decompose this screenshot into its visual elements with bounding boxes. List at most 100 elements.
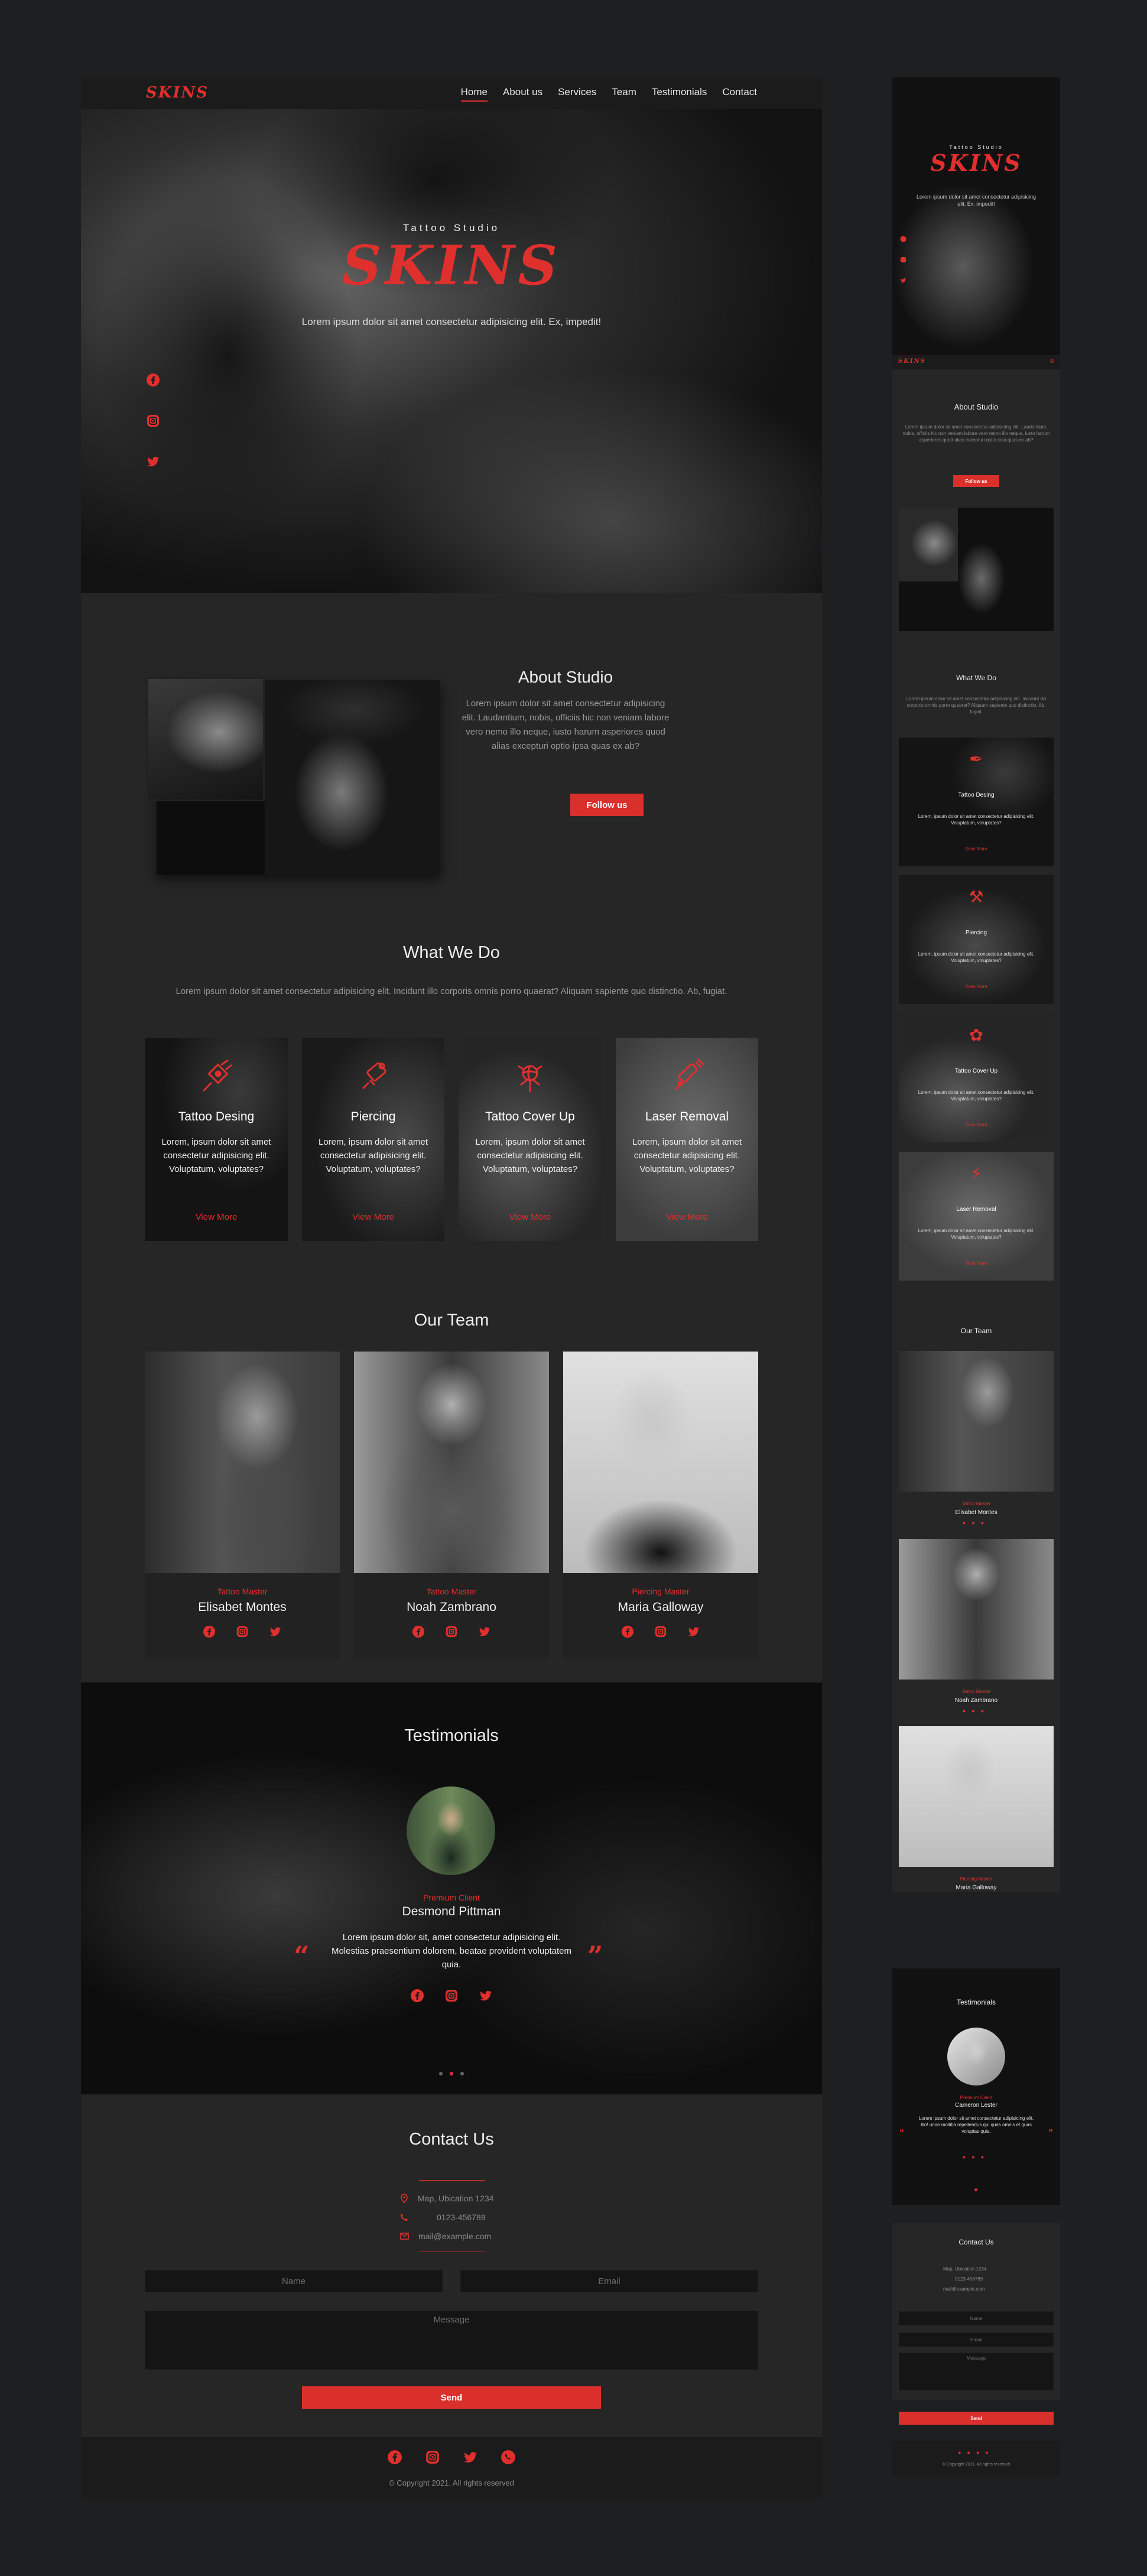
view-more-link[interactable]: View More <box>459 1212 602 1222</box>
hero-title: SKINS <box>342 233 561 297</box>
mobile-contact-title: Contact Us <box>958 2238 994 2246</box>
twitter-icon[interactable] <box>900 277 906 284</box>
facebook-icon[interactable] <box>203 1625 216 1638</box>
mobile-view-more-link[interactable]: View More <box>899 846 1054 852</box>
instagram-icon[interactable] <box>236 1625 249 1638</box>
mobile-team-social: ●●● <box>962 1520 990 1526</box>
view-more-link[interactable]: View More <box>616 1212 759 1222</box>
rose-icon <box>509 1054 551 1100</box>
about-section: About Studio Lorem ipsum dolor sit amet … <box>81 593 822 947</box>
mobile-hero-title: SKINS <box>930 150 1022 176</box>
twitter-icon[interactable] <box>463 2450 478 2465</box>
instagram-icon[interactable] <box>654 1625 667 1638</box>
nav-item-contact[interactable]: Contact <box>722 86 757 102</box>
facebook-icon[interactable] <box>410 1989 424 2003</box>
testimonials-title: Testimonials <box>404 1726 499 1745</box>
navbar: SKINS Home About us Services Team Testim… <box>81 77 822 109</box>
team-card: Piercing Master Maria Galloway <box>563 1352 758 1659</box>
twitter-icon[interactable] <box>479 1989 493 2003</box>
send-button[interactable]: Send <box>302 2386 601 2409</box>
email-field[interactable]: Email <box>460 2270 758 2292</box>
view-more-link[interactable]: View More <box>302 1212 445 1222</box>
service-title: Laser Removal <box>645 1110 729 1123</box>
mobile-service-card: ⚡ Laser Removal Lorem, ipsum dolor sit a… <box>899 1152 1054 1281</box>
service-card: Piercing Lorem, ipsum dolor sit amet con… <box>301 1038 445 1241</box>
instagram-icon[interactable] <box>444 1989 459 2003</box>
contact-divider-top <box>419 2180 485 2181</box>
mail-icon <box>400 2233 409 2240</box>
client-avatar <box>407 1786 495 1875</box>
instagram-icon[interactable] <box>425 2450 440 2465</box>
contact-phone: 0123-456789 <box>437 2213 486 2222</box>
mobile-quote-close-icon: ” <box>1048 2128 1053 2138</box>
nav-logo[interactable]: SKINS <box>146 84 209 102</box>
follow-us-button[interactable]: Follow us <box>570 794 644 816</box>
team-name: Maria Galloway <box>618 1600 704 1614</box>
carousel-dot[interactable] <box>460 2072 464 2075</box>
mobile-team-photo <box>899 1351 1054 1492</box>
hamburger-menu-icon[interactable]: ≡ <box>1050 358 1054 365</box>
facebook-icon[interactable] <box>146 373 160 387</box>
mobile-email-field[interactable]: Email <box>899 2333 1054 2347</box>
mobile-team-title: Our Team <box>960 1327 992 1335</box>
carousel-dot[interactable] <box>439 2072 443 2075</box>
mobile-contact-info: Map, Ubication 1234 0123-456789 mail@exa… <box>943 2264 986 2294</box>
client-name: Desmond Pittman <box>402 1905 501 1918</box>
twitter-icon[interactable] <box>146 454 160 469</box>
nav-item-services[interactable]: Services <box>558 86 596 102</box>
phone-icon <box>401 2214 408 2221</box>
mobile-navbar: SKINS ≡ <box>892 355 1060 369</box>
contact-email-row: mail@example.com <box>400 2229 518 2243</box>
twitter-icon[interactable] <box>269 1625 282 1638</box>
team-card: Tattoo Master Noah Zambrano <box>354 1352 549 1659</box>
footer-copyright: © Copyright 2021. All rights reserved <box>389 2478 514 2487</box>
team-photo <box>563 1352 758 1573</box>
team-social <box>145 1625 340 1638</box>
nav-item-home[interactable]: Home <box>460 86 488 102</box>
facebook-icon[interactable] <box>621 1625 634 1638</box>
whatsapp-icon[interactable] <box>501 2450 516 2465</box>
mobile-view-more-link[interactable]: View More <box>899 984 1054 989</box>
map-pin-icon <box>401 2194 408 2203</box>
twitter-icon[interactable] <box>687 1625 700 1638</box>
mobile-view-more-link[interactable]: View More <box>899 1261 1054 1266</box>
client-quote: Lorem ipsum dolor sit, amet consectetur … <box>331 1932 572 1970</box>
twitter-icon[interactable] <box>478 1625 491 1638</box>
mobile-carousel-dot-active[interactable] <box>974 2188 977 2191</box>
team-social <box>563 1625 758 1638</box>
mobile-frame: Tattoo Studio SKINS Lorem ipsum dolor si… <box>892 77 1060 2477</box>
about-title: About Studio <box>518 668 613 686</box>
services-intro: Lorem ipsum dolor sit amet consectetur a… <box>176 986 727 996</box>
mobile-nav-logo[interactable]: SKINS <box>898 358 926 365</box>
facebook-icon[interactable] <box>387 2450 402 2465</box>
nav-item-team[interactable]: Team <box>612 86 636 102</box>
message-field[interactable]: Message <box>145 2311 758 2370</box>
mobile-contact-email: mail@example.com <box>943 2286 985 2292</box>
mobile-team-name: Noah Zambrano <box>954 1697 998 1704</box>
nav-item-about[interactable]: About us <box>503 86 542 102</box>
mobile-name-field[interactable]: Name <box>899 2311 1054 2325</box>
facebook-icon[interactable] <box>900 236 906 242</box>
rose-icon: ✿ <box>969 1026 983 1044</box>
mobile-message-field[interactable]: Message <box>899 2353 1054 2390</box>
carousel-dots <box>81 2072 822 2075</box>
name-field[interactable]: Name <box>145 2270 443 2292</box>
nav-item-testimonials[interactable]: Testimonials <box>652 86 707 102</box>
mobile-about-image-small <box>899 508 958 582</box>
mobile-client-role: Premium Client <box>960 2095 993 2100</box>
hero-subtitle: Lorem ipsum dolor sit amet consectetur a… <box>301 316 602 327</box>
carousel-dot-active[interactable] <box>450 2072 453 2075</box>
mobile-view-more-link[interactable]: View More <box>899 1122 1054 1128</box>
team-cards: Tattoo Master Elisabet Montes Tattoo Mas… <box>145 1352 758 1659</box>
instagram-icon[interactable] <box>900 256 906 263</box>
team-name: Noah Zambrano <box>407 1600 496 1614</box>
mobile-send-button[interactable]: Send <box>899 2412 1054 2425</box>
mobile-client-quote: Lorem ipsum dolor sit amet consectetur a… <box>918 2116 1034 2134</box>
facebook-icon[interactable] <box>412 1625 425 1638</box>
instagram-icon[interactable] <box>146 414 160 428</box>
team-role: Tattoo Master <box>217 1587 268 1596</box>
mobile-follow-us-button[interactable]: Follow us <box>953 475 999 487</box>
view-more-link[interactable]: View More <box>145 1212 288 1222</box>
service-card: Tattoo Cover Up Lorem, ipsum dolor sit a… <box>459 1038 602 1241</box>
instagram-icon[interactable] <box>445 1625 458 1638</box>
